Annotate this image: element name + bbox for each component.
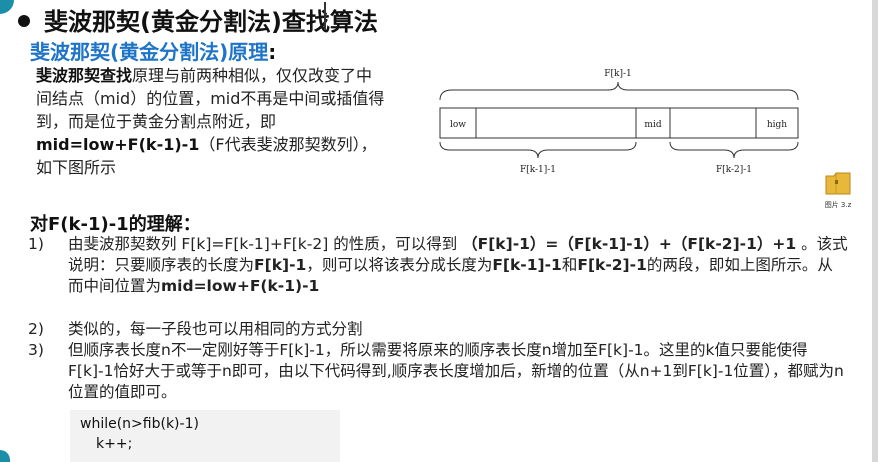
principle-heading-text: 斐波那契(黄金分割法)原理 [30,40,269,64]
list-item: 3) 但顺序表长度n不一定刚好等于F[k]-1，所以需要将原来的顺序表长度n增加… [28,340,848,403]
diagram-array-box [439,107,799,139]
understanding-list: 1) 由斐波那契数列 F[k]=F[k-1]+F[k-2] 的性质，可以得到 （… [28,234,848,403]
item1-text-3: ，则可以将该表分成长度为 [306,256,493,274]
code-line-1: while(n>fib(k)-1) [80,416,199,432]
bullet-icon [18,15,30,27]
corner-decoration [0,0,14,14]
diagram-mid-label: mid [644,120,661,130]
understanding-heading: 对F(k-1)-1的理解： [30,214,201,235]
list-item: 1) 由斐波那契数列 F[k]=F[k-1]+F[k-2] 的性质，可以得到 （… [28,234,848,297]
item1-bold-5: mid=low+F(k-1)-1 [161,277,320,295]
item1-bold-2: F[k]-1 [254,256,307,274]
item1-bold-3: F[k-1]-1 [492,256,562,274]
code-block: while(n>fib(k)-1) k++; [70,410,340,462]
diagram-top-brace [439,81,799,101]
list-item-number: 1) [28,235,44,253]
principle-heading: 斐波那契(黄金分割法)原理: [30,36,276,65]
item1-text-1: 由斐波那契数列 F[k]=F[k-1]+F[k-2] 的性质，可以得到 [68,235,463,253]
right-edge-strip [872,0,878,462]
diagram-low-label: low [450,120,466,130]
diagram-left-brace [439,141,637,159]
page-title-text: 斐波那契(黄金分割法)查找算法 [44,8,378,36]
intro-bold-term: 斐波那契查找 [36,66,133,85]
fibonacci-split-diagram: F[k]-1 low mid high F[k-1]-1 F[k-2]-1 [439,69,799,175]
list-item-number: 2) [28,320,44,338]
item1-formula: （F[k]-1）=（F[k-1]-1）+（F[k-2]-1）+1 [462,235,797,253]
item1-text-4: 和 [561,256,578,274]
diagram-top-label: F[k]-1 [604,69,632,79]
item1-bold-4: F[k-2]-1 [577,256,647,274]
intro-formula: mid=low+F(k-1)-1 [36,135,200,154]
diagram-left-label: F[k-1]-1 [520,165,556,175]
code-line-2: k++; [96,436,133,452]
diagram-right-label: F[k-2]-1 [716,165,752,175]
corner-decoration-bottom [0,450,10,462]
list-item-number: 3) [28,341,44,359]
item3-text: 但顺序表长度n不一定刚好等于F[k]-1，所以需要将原来的顺序表长度n增加至F[… [68,341,844,401]
file-shortcut-label: 图片 3.z [824,201,852,209]
text-cursor [324,2,326,30]
diagram-high-label: high [767,120,787,130]
item2-text: 类似的，每一子段也可以用相同的方式分割 [68,320,363,338]
intro-paragraph: 斐波那契查找原理与前两种相似，仅仅改变了中间结点（mid）的位置，mid不再是中… [36,64,386,179]
principle-heading-colon: : [268,40,277,64]
file-shortcut[interactable]: 图片 3.z [818,168,858,210]
folder-icon [825,172,851,195]
diagram-right-brace [669,141,799,159]
list-item: 2) 类似的，每一子段也可以用相同的方式分割 [28,319,848,340]
